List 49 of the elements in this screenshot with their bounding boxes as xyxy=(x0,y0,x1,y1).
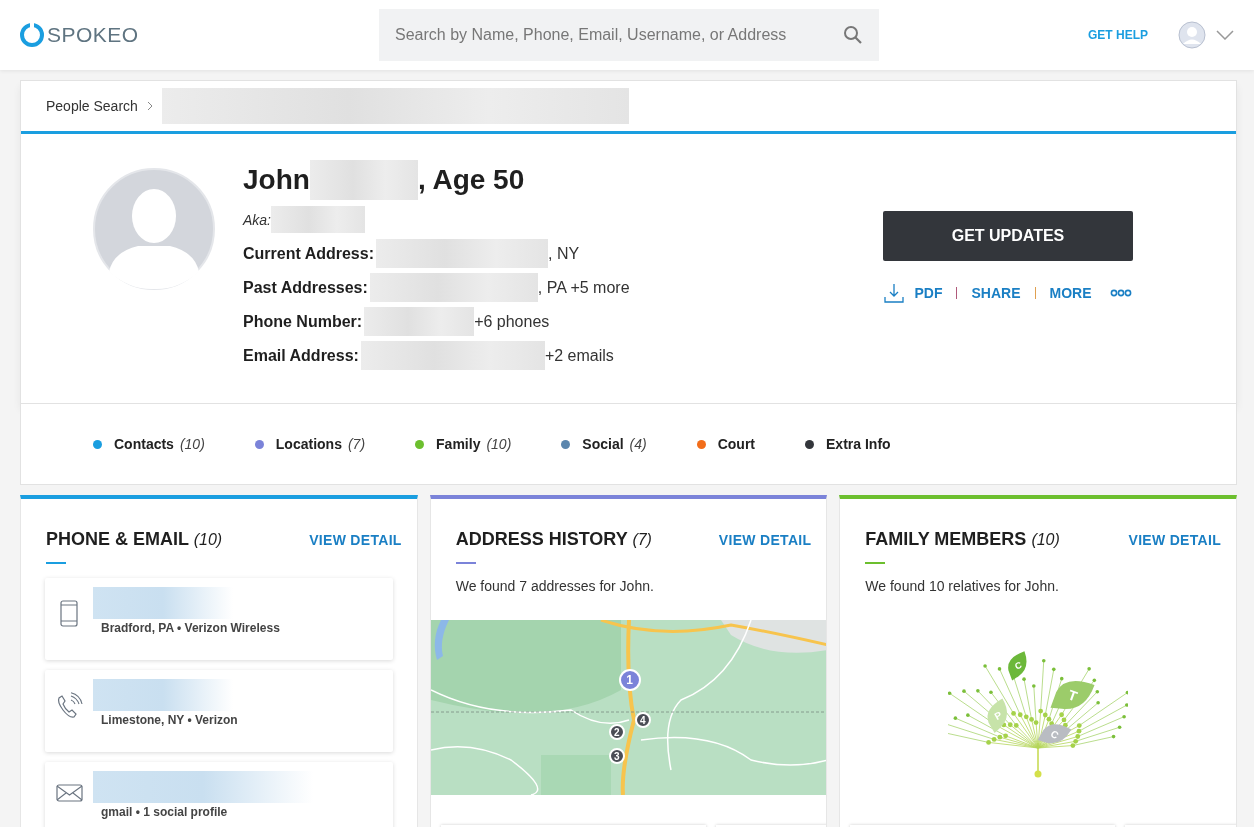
card-description: We found 10 relatives for John. xyxy=(865,578,1060,594)
field-label: Phone Number: xyxy=(243,312,363,331)
card-title: FAMILY MEMBERS (10) xyxy=(865,529,1060,550)
contact-card[interactable]: gmail • 1 social profile xyxy=(45,762,393,827)
field-label: Current Address: xyxy=(243,244,374,263)
section-link[interactable]: Contacts (10) xyxy=(93,436,205,452)
person-age: , Age 50 xyxy=(417,164,525,196)
section-link[interactable]: Court xyxy=(696,436,756,452)
logo-icon xyxy=(20,23,44,47)
logo-text[interactable]: SPOKEO xyxy=(47,23,139,47)
field-value: , NY xyxy=(548,244,580,263)
chevron-right-icon xyxy=(146,101,153,111)
family-tree-drawing: C T P C xyxy=(948,632,1129,783)
field-value: +6 phones xyxy=(474,312,550,331)
contact-detail: Bradford, PA • Verizon Wireless xyxy=(101,621,280,635)
view-detail-link[interactable]: VIEW DETAIL xyxy=(718,531,812,548)
action-link[interactable]: SHARE xyxy=(971,285,1021,301)
section-link[interactable]: Extra Info xyxy=(805,436,891,452)
mobile-phone-icon xyxy=(60,600,78,627)
section-link[interactable]: Social (4) xyxy=(561,436,647,452)
field-value: , PA +5 more xyxy=(537,278,630,297)
search-icon[interactable] xyxy=(843,25,863,45)
pdf-link[interactable]: PDF xyxy=(884,283,943,303)
contact-card[interactable]: Bradford, PA • Verizon Wireless xyxy=(45,578,393,660)
section-link[interactable]: Family (10) xyxy=(415,436,512,452)
person-name: John xyxy=(243,164,310,196)
card-title: PHONE & EMAIL (10) xyxy=(46,529,223,550)
aka-label: Aka: xyxy=(243,211,271,228)
field-label: Past Addresses: xyxy=(243,278,368,297)
chevron-down-icon[interactable] xyxy=(1216,30,1234,40)
avatar-silhouette-icon xyxy=(93,168,215,290)
breadcrumb-link[interactable]: People Search xyxy=(46,98,138,114)
contact-detail: gmail • 1 social profile xyxy=(101,805,229,819)
section-link[interactable]: Locations (7) xyxy=(254,436,366,452)
contact-card[interactable]: Limestone, NY • Verizon xyxy=(45,670,393,752)
envelope-icon xyxy=(55,784,83,802)
card-description: We found 7 addresses for John. xyxy=(455,578,655,594)
download-icon xyxy=(884,283,905,303)
field-label: Email Address: xyxy=(243,346,359,365)
get-updates-button[interactable]: GET UPDATES xyxy=(883,211,1133,261)
contact-detail: Limestone, NY • Verizon xyxy=(101,713,238,727)
field-value: +2 emails xyxy=(544,346,614,365)
phone-icon xyxy=(55,692,83,720)
card-title: ADDRESS HISTORY (7) xyxy=(455,529,652,550)
view-detail-link[interactable]: VIEW DETAIL xyxy=(1128,531,1221,548)
more-icon[interactable] xyxy=(1109,289,1132,297)
action-link[interactable]: MORE xyxy=(1049,285,1092,301)
view-detail-link[interactable]: VIEW DETAIL xyxy=(309,531,402,548)
search-field[interactable]: Search by Name, Phone, Email, Username, or Address xyxy=(379,9,879,61)
